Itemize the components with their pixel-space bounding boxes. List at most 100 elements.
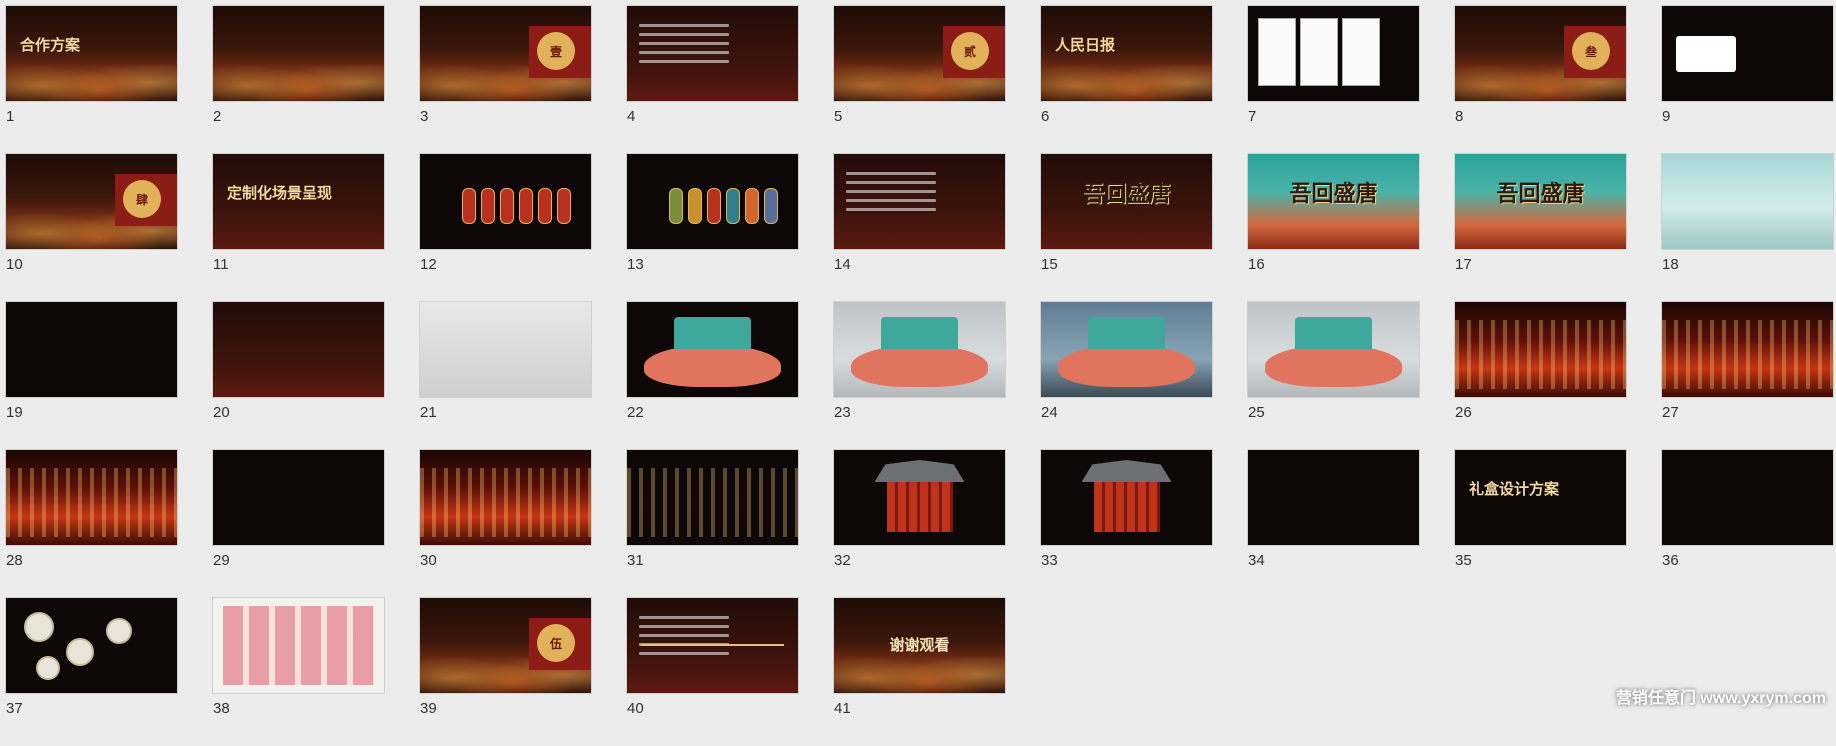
slide-cell[interactable]: 22: [627, 302, 798, 450]
slide-number: 30: [420, 552, 437, 569]
lantern-glow: [213, 48, 384, 101]
slide-thumbnail[interactable]: 定制化场景呈现: [213, 154, 384, 249]
text-lines: [639, 616, 729, 661]
stage-platform: [1058, 317, 1195, 387]
slide-thumbnail[interactable]: [1662, 450, 1833, 545]
slide-cell[interactable]: 9: [1662, 6, 1833, 154]
slide-number: 28: [6, 552, 23, 569]
slide-number: 34: [1248, 552, 1265, 569]
slide-thumbnail[interactable]: [627, 302, 798, 397]
slide-thumbnail[interactable]: [627, 6, 798, 101]
slide-thumbnail[interactable]: 吾回盛唐: [1041, 154, 1212, 249]
slide-cell[interactable]: 4: [627, 6, 798, 154]
slide-cell[interactable]: 38: [213, 598, 384, 746]
slide-cell[interactable]: 27: [1662, 302, 1833, 450]
slide-cell[interactable]: 28: [6, 450, 177, 598]
slide-thumbnail[interactable]: [1662, 154, 1833, 249]
slide-thumbnail[interactable]: [6, 450, 177, 545]
slide-cell[interactable]: 12: [420, 154, 591, 302]
slide-cell[interactable]: 吾回盛唐 16: [1248, 154, 1419, 302]
slide-thumbnail[interactable]: 礼盒设计方案: [1455, 450, 1626, 545]
slide-thumbnail[interactable]: 壹: [420, 6, 591, 101]
slide-cell[interactable]: 20: [213, 302, 384, 450]
slide-number: 23: [834, 404, 851, 421]
slide-thumbnail[interactable]: [834, 154, 1005, 249]
slide-cell[interactable]: 23: [834, 302, 1005, 450]
slide-thumbnail[interactable]: 吾回盛唐: [1455, 154, 1626, 249]
slide-thumbnail[interactable]: [834, 302, 1005, 397]
slide-thumbnail[interactable]: 贰: [834, 6, 1005, 101]
slide-cell[interactable]: 肆 10: [6, 154, 177, 302]
slide-cell[interactable]: 29: [213, 450, 384, 598]
slide-thumbnail[interactable]: [6, 302, 177, 397]
slide-number: 36: [1662, 552, 1679, 569]
slide-thumbnail[interactable]: [1662, 302, 1833, 397]
slide-number: 17: [1455, 256, 1472, 273]
slide-cell[interactable]: 31: [627, 450, 798, 598]
slide-cell[interactable]: 25: [1248, 302, 1419, 450]
phone-screen: [1258, 18, 1296, 86]
slide-thumbnail[interactable]: [1248, 302, 1419, 397]
slide-title-text: 吾回盛唐: [1082, 181, 1171, 207]
slide-cell[interactable]: 合作方案 1: [6, 6, 177, 154]
slide-cell[interactable]: 贰5: [834, 6, 1005, 154]
timeline-bar: [641, 644, 784, 646]
slide-thumbnail[interactable]: [1041, 450, 1212, 545]
slide-cell[interactable]: 40: [627, 598, 798, 746]
slide-cell[interactable]: 7: [1248, 6, 1419, 154]
slide-cell[interactable]: 叁8: [1455, 6, 1626, 154]
slide-cell[interactable]: 伍 39: [420, 598, 591, 746]
slide-thumbnail[interactable]: [627, 598, 798, 693]
slide-thumbnail[interactable]: [420, 302, 591, 397]
slide-thumbnail[interactable]: [420, 154, 591, 249]
slide-thumbnail[interactable]: [1248, 450, 1419, 545]
slide-thumbnail[interactable]: 谢谢观看: [834, 598, 1005, 693]
slide-cell[interactable]: 14: [834, 154, 1005, 302]
pavilion-render: [1081, 460, 1172, 540]
slide-cell[interactable]: 礼盒设计方案 35: [1455, 450, 1626, 598]
slide-thumbnail[interactable]: 伍: [420, 598, 591, 693]
product-shelf: [223, 606, 374, 685]
slide-thumbnail[interactable]: 叁: [1455, 6, 1626, 101]
slide-thumbnail[interactable]: 合作方案: [6, 6, 177, 101]
slide-cell[interactable]: 吾回盛唐 15: [1041, 154, 1212, 302]
slide-thumbnail[interactable]: [213, 450, 384, 545]
slide-cell[interactable]: 19: [6, 302, 177, 450]
slide-cell[interactable]: 13: [627, 154, 798, 302]
slide-thumbnail[interactable]: 吾回盛唐: [1248, 154, 1419, 249]
slide-cell[interactable]: 37: [6, 598, 177, 746]
slide-thumbnail[interactable]: [420, 450, 591, 545]
slide-cell[interactable]: 定制化场景呈现 11: [213, 154, 384, 302]
slide-thumbnail[interactable]: [627, 154, 798, 249]
slide-cell[interactable]: 2: [213, 6, 384, 154]
slide-thumbnail[interactable]: [1455, 302, 1626, 397]
slide-thumbnail[interactable]: [213, 302, 384, 397]
slide-cell[interactable]: 24: [1041, 302, 1212, 450]
slide-cell[interactable]: 36: [1662, 450, 1833, 598]
slide-thumbnail[interactable]: 肆: [6, 154, 177, 249]
slide-thumbnail[interactable]: [213, 598, 384, 693]
slide-cell[interactable]: 33: [1041, 450, 1212, 598]
section-badge: 壹: [537, 32, 575, 70]
slide-thumbnail[interactable]: [627, 450, 798, 545]
slide-cell[interactable]: 34: [1248, 450, 1419, 598]
slide-cell[interactable]: 壹3: [420, 6, 591, 154]
slide-cell[interactable]: 吾回盛唐 17: [1455, 154, 1626, 302]
slide-cell[interactable]: 谢谢观看 41: [834, 598, 1005, 746]
lantern-rows: [420, 468, 591, 537]
slide-cell[interactable]: 21: [420, 302, 591, 450]
slide-thumbnail[interactable]: [834, 450, 1005, 545]
slide-cell[interactable]: 人民日报 6: [1041, 6, 1212, 154]
slide-thumbnail[interactable]: 人民日报: [1041, 6, 1212, 101]
slide-thumbnail[interactable]: [1248, 6, 1419, 101]
slide-thumbnail[interactable]: [1662, 6, 1833, 101]
section-badge: 叁: [1572, 32, 1610, 70]
slide-thumbnail[interactable]: [213, 6, 384, 101]
slide-number: 35: [1455, 552, 1472, 569]
slide-thumbnail[interactable]: [6, 598, 177, 693]
slide-cell[interactable]: 30: [420, 450, 591, 598]
slide-cell[interactable]: 26: [1455, 302, 1626, 450]
slide-cell[interactable]: 32: [834, 450, 1005, 598]
slide-thumbnail[interactable]: [1041, 302, 1212, 397]
slide-cell[interactable]: 18: [1662, 154, 1833, 302]
